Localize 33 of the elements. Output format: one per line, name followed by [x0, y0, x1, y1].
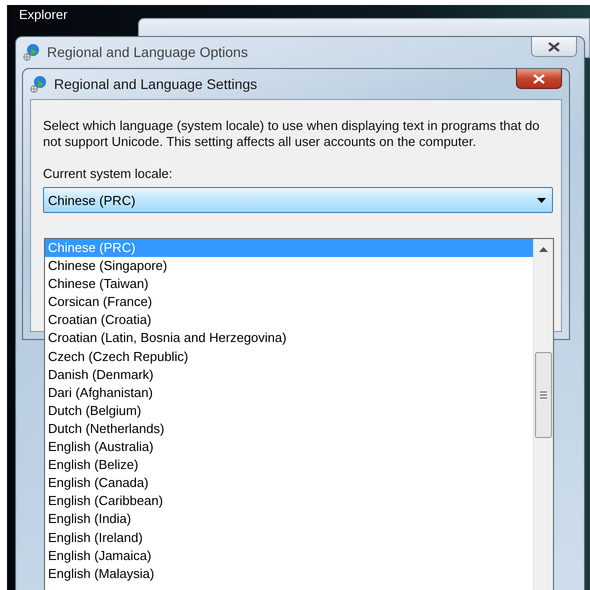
locale-option[interactable]: English (Caribbean)	[45, 492, 533, 510]
locale-option[interactable]: Croatian (Croatia)	[45, 311, 533, 330]
locale-option[interactable]: Corsican (France)	[45, 293, 533, 312]
locale-option[interactable]: Czech (Czech Republic)	[45, 348, 533, 366]
globe-icon	[30, 75, 48, 93]
window-title: Regional and Language Options	[47, 44, 248, 60]
explorer-label: Explorer	[19, 7, 68, 22]
locale-option[interactable]: English (Canada)	[45, 474, 533, 492]
locale-option[interactable]: Croatian (Latin, Bosnia and Herzegovina)	[45, 329, 533, 348]
dropdown-arrow-icon	[537, 198, 546, 202]
locale-option[interactable]: English (India)	[45, 510, 533, 528]
locale-option[interactable]: Dutch (Belgium)	[45, 402, 533, 420]
locale-option[interactable]: Dutch (Netherlands)	[45, 420, 533, 438]
locale-option[interactable]: English (Jamaica)	[45, 546, 533, 565]
locale-option[interactable]: Dari (Afghanistan)	[45, 384, 533, 402]
scrollbar-thumb[interactable]	[535, 352, 552, 438]
locale-option[interactable]: English (Belize)	[45, 456, 533, 474]
close-icon	[533, 74, 545, 84]
description-text: Select which language (system locale) to use when displaying text in programs that do not support Unicode. This setting affects all user accounts on the computer.	[43, 118, 540, 150]
locale-option[interactable]: Chinese (Taiwan)	[45, 275, 533, 294]
scroll-up-icon[interactable]	[539, 247, 548, 252]
locale-option[interactable]: English (Australia)	[45, 438, 533, 456]
locale-option[interactable]: Danish (Denmark)	[45, 366, 533, 384]
locale-label: Current system locale:	[43, 166, 174, 181]
dialog-title: Regional and Language Settings	[54, 76, 258, 92]
globe-icon	[23, 43, 41, 61]
locale-dropdown[interactable]: Chinese (PRC)	[43, 187, 553, 213]
locale-option[interactable]: Chinese (Singapore)	[45, 257, 533, 276]
locale-option[interactable]: English (Ireland)	[45, 528, 533, 547]
close-button[interactable]	[531, 37, 577, 57]
close-icon	[548, 42, 560, 52]
close-button[interactable]	[516, 69, 562, 89]
locale-option[interactable]: English (Malaysia)	[45, 564, 533, 583]
